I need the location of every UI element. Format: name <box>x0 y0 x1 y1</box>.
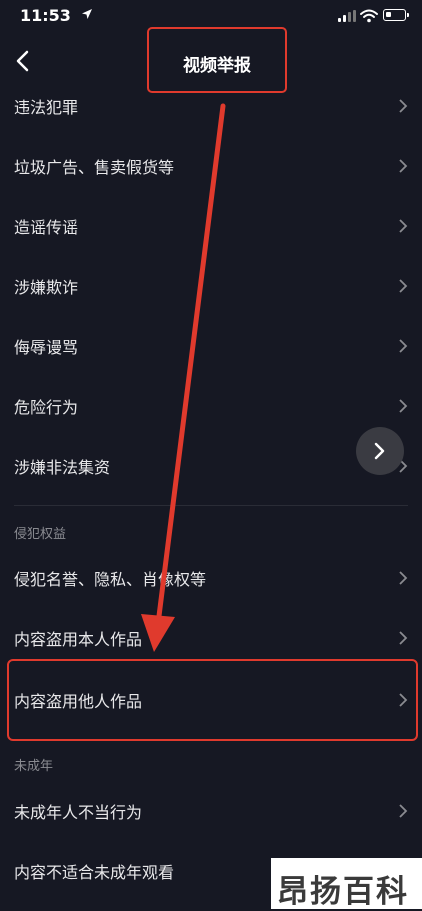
report-item-insult[interactable]: 侮辱谩骂 <box>0 316 422 376</box>
chevron-right-icon <box>399 279 408 293</box>
chevron-right-icon <box>399 571 408 585</box>
back-button[interactable] <box>10 46 38 76</box>
report-item-spam[interactable]: 垃圾广告、售卖假货等 <box>0 136 422 196</box>
item-highlight-box <box>7 659 418 741</box>
battery-icon <box>383 9 409 21</box>
wifi-icon <box>360 9 378 23</box>
page-title: 视频举报 <box>183 56 251 76</box>
report-item-label: 造谣传谣 <box>14 218 79 237</box>
report-item-label: 垃圾广告、售卖假货等 <box>14 158 175 177</box>
report-item-minor-behavior[interactable]: 未成年人不当行为 <box>0 781 422 841</box>
signal-icon <box>338 10 356 22</box>
chevron-left-icon <box>16 50 29 72</box>
report-item-label: 涉嫌非法集资 <box>14 458 111 477</box>
chevron-right-icon <box>374 442 385 460</box>
watermark-text: 昂扬百科 <box>277 874 409 910</box>
report-item-illegal[interactable]: 违法犯罪 <box>0 76 422 136</box>
watermark-logo: 昂扬百科 <box>271 858 422 910</box>
report-item-label: 内容不适合未成年观看 <box>14 863 175 882</box>
status-time: 11:53 <box>20 6 71 25</box>
report-item-rumor[interactable]: 造谣传谣 <box>0 196 422 256</box>
chevron-right-icon <box>399 339 408 353</box>
report-item-fraud[interactable]: 涉嫌欺诈 <box>0 256 422 316</box>
chevron-right-icon <box>399 804 408 818</box>
report-item-label: 未成年人不当行为 <box>14 803 143 822</box>
chevron-right-icon <box>399 159 408 173</box>
section-title-minor: 未成年 <box>14 759 54 774</box>
report-item-danger[interactable]: 危险行为 <box>0 376 422 436</box>
section-title-rights: 侵犯权益 <box>14 527 67 542</box>
report-item-label: 涉嫌欺诈 <box>14 278 79 297</box>
chevron-right-icon <box>399 399 408 413</box>
report-item-privacy[interactable]: 侵犯名誉、隐私、肖像权等 <box>0 548 422 608</box>
report-item-label: 内容盗用本人作品 <box>14 630 143 649</box>
report-item-label: 违法犯罪 <box>14 98 79 117</box>
section-divider <box>14 505 408 506</box>
report-item-label: 危险行为 <box>14 398 79 417</box>
location-icon <box>82 9 92 19</box>
chevron-right-icon <box>399 219 408 233</box>
chevron-right-icon <box>399 99 408 113</box>
report-item-label: 侵犯名誉、隐私、肖像权等 <box>14 570 207 589</box>
floating-next-button[interactable] <box>356 427 404 475</box>
report-item-label: 侮辱谩骂 <box>14 338 79 357</box>
chevron-right-icon <box>399 631 408 645</box>
